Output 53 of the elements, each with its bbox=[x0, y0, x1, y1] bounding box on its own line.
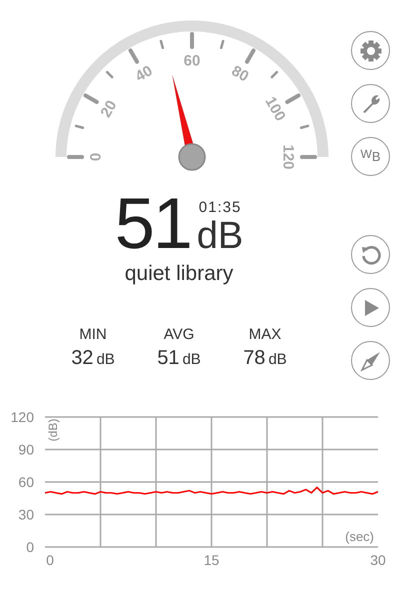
tick-mark bbox=[67, 155, 84, 159]
scale-label: 120 bbox=[280, 144, 296, 170]
tick-mark bbox=[83, 94, 99, 104]
y-tick-label: 90 bbox=[18, 442, 34, 458]
stat-label: MIN bbox=[79, 326, 107, 343]
stat-value: 32 bbox=[71, 347, 94, 370]
unit-label: dB bbox=[96, 351, 115, 368]
compass-button[interactable] bbox=[351, 341, 390, 380]
play-icon bbox=[364, 300, 378, 316]
y-axis-title: (dB) bbox=[46, 418, 60, 442]
scale-label: 60 bbox=[184, 52, 200, 70]
unit-label: dB bbox=[182, 351, 201, 368]
tick-mark bbox=[300, 124, 310, 129]
wrench-button[interactable] bbox=[351, 84, 390, 123]
tick-mark bbox=[128, 48, 139, 64]
scale-label: 100 bbox=[262, 94, 289, 124]
tick-mark bbox=[285, 94, 301, 104]
settings-icon bbox=[360, 40, 381, 61]
x-tick-label: 15 bbox=[204, 552, 220, 568]
tick-mark bbox=[106, 70, 114, 78]
x-tick-label: 30 bbox=[370, 552, 386, 568]
x-axis-title: (sec) bbox=[345, 529, 374, 544]
y-tick-label: 30 bbox=[18, 506, 34, 522]
tick-mark bbox=[245, 48, 256, 64]
compass-icon bbox=[360, 352, 380, 372]
gear-button[interactable] bbox=[351, 31, 390, 70]
scale-label: 80 bbox=[228, 62, 252, 86]
tick-mark bbox=[190, 32, 194, 49]
sound-level-value: 51 bbox=[114, 192, 191, 256]
wrench-icon bbox=[362, 94, 380, 112]
tick-mark bbox=[300, 155, 317, 159]
play-button[interactable] bbox=[351, 288, 390, 327]
y-tick-label: 0 bbox=[26, 539, 34, 555]
tick-mark bbox=[270, 70, 278, 78]
unit-label: dB bbox=[268, 351, 287, 368]
scale-label: 0 bbox=[88, 152, 104, 162]
stat-value: 51 bbox=[157, 347, 180, 370]
scale-label: 40 bbox=[132, 62, 156, 86]
reset-button[interactable] bbox=[351, 235, 390, 274]
stat-label: MAX bbox=[248, 326, 282, 343]
stat-label: AVG bbox=[164, 326, 194, 343]
elapsed-time: 01:35 bbox=[198, 199, 242, 216]
y-tick-label: 60 bbox=[18, 474, 34, 490]
tick-mark bbox=[220, 40, 224, 50]
tick-mark bbox=[160, 40, 164, 50]
tick-mark bbox=[74, 124, 84, 129]
scale-label: 20 bbox=[97, 98, 120, 120]
y-tick-label: 120 bbox=[10, 409, 34, 425]
reset-icon bbox=[362, 246, 380, 264]
noise-description: quiet library bbox=[124, 262, 234, 286]
stat-value: 78 bbox=[243, 347, 266, 370]
x-tick-label: 0 bbox=[46, 552, 54, 568]
unit-label: dB bbox=[196, 216, 244, 256]
